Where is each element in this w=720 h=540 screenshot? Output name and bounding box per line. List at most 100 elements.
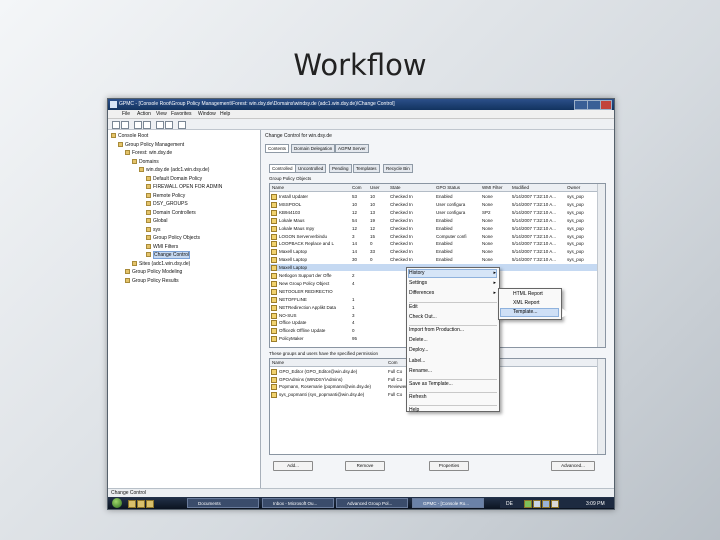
context-menu-item[interactable]: Label... xyxy=(409,358,425,364)
remove-button[interactable]: Remove xyxy=(345,461,385,471)
tree-item[interactable]: win.dsy.de (adc1.win.dsy.de) xyxy=(139,167,209,174)
tray-icon[interactable] xyxy=(533,500,541,508)
context-menu-item[interactable]: Refresh xyxy=(409,394,427,400)
column-header[interactable]: WMI Filter xyxy=(482,185,503,190)
quick-launch-icon[interactable] xyxy=(137,500,145,508)
tree-item[interactable]: Change Control xyxy=(146,251,191,259)
tree-item[interactable]: Global xyxy=(146,218,167,225)
tree-item[interactable]: Group Policy Objects xyxy=(146,235,200,242)
column-header[interactable]: Com xyxy=(352,185,362,190)
folder-icon xyxy=(111,133,116,138)
close-button[interactable] xyxy=(600,100,612,110)
window-titlebar[interactable]: GPMC - [Console Root\Group Policy Manage… xyxy=(108,99,614,110)
context-menu-item[interactable]: Delete... xyxy=(409,337,428,343)
advanced-button[interactable]: Advanced... xyxy=(551,461,595,471)
gpo-table-scrollbar[interactable] xyxy=(597,184,605,347)
tree-item[interactable]: Group Policy Management xyxy=(118,141,184,149)
menu-item-0[interactable]: File xyxy=(122,111,130,117)
tab-0[interactable]: Contents xyxy=(265,144,290,153)
table-row[interactable]: LOOPBACK Replace and L 14 0 Checked In Enabl… xyxy=(270,240,597,248)
taskbar-button[interactable]: Advanced Group Pol... xyxy=(336,498,408,508)
taskbar-button[interactable]: Documents xyxy=(187,498,259,508)
column-header[interactable]: Name xyxy=(272,360,284,365)
table-row[interactable]: Maxell Laptop 14 33 Checked In Enabled None 5/… xyxy=(270,248,597,256)
help-icon[interactable] xyxy=(178,121,186,129)
table-row[interactable]: Lokale Maus 54 19 Checked In Enabled None 5/14… xyxy=(270,217,597,224)
tree-item[interactable]: DSY_GROUPS xyxy=(146,201,188,208)
forward-icon[interactable] xyxy=(121,121,129,129)
tree-item[interactable]: Remote Policy xyxy=(146,192,185,200)
minimize-button[interactable] xyxy=(574,100,588,110)
menu-item-1[interactable]: Action xyxy=(137,111,151,117)
column-header[interactable]: Name xyxy=(272,185,284,190)
table-row[interactable]: Lokale Maus mpy 12 12 Checked In Enabled None… xyxy=(270,225,597,232)
column-header[interactable]: State xyxy=(390,185,401,190)
submenu-item[interactable]: Template... xyxy=(513,309,537,315)
tree-item[interactable]: Domains xyxy=(132,158,159,166)
table-row[interactable]: Maxell Laptop 30 0 Checked In Enabled None 5/1… xyxy=(270,256,597,264)
context-menu-item[interactable]: Differences xyxy=(409,290,434,296)
submenu-item[interactable]: XML Report xyxy=(513,300,540,306)
tree-item[interactable]: FIREWALL OPEN FOR ADMIN xyxy=(146,184,222,191)
context-menu-item[interactable]: Check Out... xyxy=(409,314,437,320)
start-button-icon[interactable] xyxy=(112,498,122,508)
tree-item[interactable]: Domain Controllers xyxy=(146,209,196,217)
context-menu-item[interactable]: Help xyxy=(409,407,419,413)
add-button[interactable]: Add... xyxy=(273,461,313,471)
up-folder-icon[interactable] xyxy=(134,121,142,129)
subtab-4[interactable]: Recycle Bin xyxy=(383,164,413,173)
properties-button[interactable]: Properties xyxy=(429,461,469,471)
tree-item[interactable]: sys xyxy=(146,226,161,234)
menu-item-5[interactable]: Help xyxy=(220,111,230,117)
tree-item[interactable]: Default Domain Policy xyxy=(146,175,202,183)
quick-launch-icon[interactable] xyxy=(128,500,136,508)
table-row[interactable]: Install Updater 53 10 Checked In Enabled None… xyxy=(270,193,597,200)
menu-item-2[interactable]: View xyxy=(156,111,167,117)
network-icon[interactable] xyxy=(542,500,550,508)
table-cell: Checked In xyxy=(390,233,413,239)
menu-item-4[interactable]: Window xyxy=(198,111,216,117)
column-header[interactable]: Com xyxy=(388,360,398,365)
context-menu-item[interactable]: Settings xyxy=(409,280,427,286)
refresh-icon[interactable] xyxy=(156,121,164,129)
context-menu-item[interactable]: Save as Template... xyxy=(409,381,453,387)
taskbar-button[interactable]: GPMC - [Console Ro... xyxy=(412,498,484,508)
tree-item[interactable]: Sites (adc1.win.dsy.de) xyxy=(132,260,190,268)
menu-item-3[interactable]: Favorites xyxy=(171,111,192,117)
back-icon[interactable] xyxy=(112,121,120,129)
taskbar-button[interactable]: Inbox - Microsoft Ou... xyxy=(262,498,334,508)
subtab-1[interactable]: Uncontrolled xyxy=(295,164,327,173)
export-icon[interactable] xyxy=(165,121,173,129)
show-tree-icon[interactable] xyxy=(143,121,151,129)
tree-item[interactable]: WMI Filters xyxy=(146,243,178,251)
table-row[interactable]: LOGON Serververbindu 3 15 Checked In Compute… xyxy=(270,233,597,240)
tab-1[interactable]: Domain Delegation xyxy=(291,144,336,153)
column-header[interactable]: Modified xyxy=(512,185,529,190)
table-row[interactable]: MSSPOOL 10 10 Checked In User configura None 5… xyxy=(270,201,597,208)
tree-item[interactable]: Group Policy Results xyxy=(125,277,179,285)
context-menu-item[interactable]: History xyxy=(409,270,425,276)
column-header[interactable]: Owner xyxy=(567,185,580,190)
volume-icon[interactable] xyxy=(551,500,559,508)
tab-2[interactable]: AGPM Server xyxy=(335,144,369,153)
context-menu-item[interactable]: Deploy... xyxy=(409,347,428,353)
table-row[interactable]: KB944103 12 13 Checked In User configura SP2 5… xyxy=(270,209,597,216)
column-header[interactable]: User xyxy=(370,185,380,190)
folder-icon xyxy=(146,175,151,181)
quick-launch-icon[interactable] xyxy=(146,500,154,508)
submenu-item[interactable]: HTML Report xyxy=(513,291,543,297)
maximize-button[interactable] xyxy=(587,100,601,110)
tree-item[interactable]: Forest: win.dsy.de xyxy=(125,150,172,157)
context-menu-item[interactable]: Edit xyxy=(409,304,418,310)
context-menu-item[interactable]: Import from Production... xyxy=(409,327,464,333)
tree-item[interactable]: Group Policy Modeling xyxy=(125,269,182,276)
tray-icon[interactable] xyxy=(524,500,532,508)
subtab-2[interactable]: Pending xyxy=(329,164,352,173)
context-menu-item[interactable]: Rename... xyxy=(409,368,432,374)
column-header[interactable]: GPO Status xyxy=(436,185,460,190)
permissions-table-scrollbar[interactable] xyxy=(597,359,605,454)
language-indicator[interactable]: DE xyxy=(506,501,513,507)
tree-item[interactable]: Console Root xyxy=(111,133,148,140)
subtab-0[interactable]: Controlled xyxy=(269,164,296,173)
subtab-3[interactable]: Templates xyxy=(353,164,380,173)
